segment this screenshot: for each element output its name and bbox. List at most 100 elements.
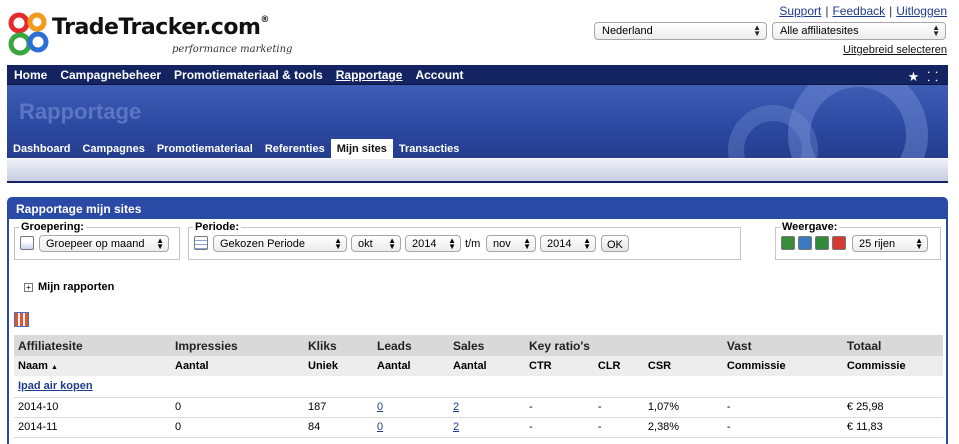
- tab-transactions[interactable]: Transacties: [393, 139, 466, 158]
- grouping-select-value: Groepeer op maand: [46, 238, 145, 250]
- from-month-select[interactable]: okt ▲ ▼: [351, 235, 401, 252]
- cell-fixed-commission: -: [722, 417, 843, 438]
- cell-impressions: 0: [171, 397, 304, 418]
- view-label: Weergave:: [782, 221, 838, 233]
- site-group-row: Ipad air kopen: [14, 376, 943, 398]
- col-group-empty: [644, 335, 723, 356]
- view-options: Weergave: 25 rijen ▲ ▼: [775, 221, 941, 260]
- cell-clr: -: [593, 397, 644, 418]
- to-month-value: nov: [493, 238, 511, 250]
- select-arrows-icon: ▲ ▼: [583, 236, 591, 251]
- nav-promotion-tools[interactable]: Promotiemateriaal & tools: [167, 65, 329, 82]
- top-links: Support | Feedback | Uitloggen: [779, 4, 947, 18]
- col-group-clicks: Kliks: [308, 338, 337, 353]
- col-group-total: Totaal: [846, 338, 882, 353]
- cell-month: 2014-11: [14, 417, 171, 438]
- rows-per-page-select[interactable]: 25 rijen ▲ ▼: [852, 235, 928, 252]
- table-row: 2014-11 0 84 0 2 - - 2,38% - € 11,83: [14, 417, 943, 438]
- select-arrows-icon: ▲ ▼: [753, 23, 761, 38]
- cell-csr: 2,38%: [643, 417, 723, 438]
- col-sales-count[interactable]: Aantal: [449, 356, 525, 376]
- sub-nav: Dashboard Campagnes Promotiemateriaal Refer…: [7, 139, 465, 159]
- table-row: 2014-10 0 187 0 2 - - 1,07% - € 25,98: [14, 397, 943, 418]
- nav-home[interactable]: Home: [7, 65, 53, 82]
- select-arrows-icon: ▲ ▼: [915, 236, 923, 251]
- column-settings-icon[interactable]: [14, 312, 29, 327]
- col-clr[interactable]: CLR: [594, 356, 644, 376]
- affiliate-site-select[interactable]: Alle affiliatesites ▲ ▼: [772, 22, 946, 40]
- email-icon[interactable]: [798, 236, 812, 250]
- country-select-value: Nederland: [602, 25, 653, 37]
- col-group-affiliate-site: Affiliatesite: [18, 338, 83, 353]
- cell-leads-link[interactable]: 0: [377, 421, 383, 433]
- cell-clicks: 84: [304, 417, 373, 438]
- nav-campaign-management[interactable]: Campagnebeheer: [53, 65, 167, 82]
- col-leads-count[interactable]: Aantal: [373, 356, 449, 376]
- col-fixed-commission[interactable]: Commissie: [723, 356, 843, 376]
- grouping-icon: [20, 236, 34, 250]
- country-select[interactable]: Nederland ▲ ▼: [594, 22, 767, 40]
- col-csr[interactable]: CSR: [644, 356, 723, 376]
- tradetracker-logo[interactable]: TradeTracker.com® performance marketing: [6, 7, 296, 62]
- cell-ctr: -: [525, 417, 594, 438]
- table-sub-header: Naam ▲ Aantal Uniek Aantal Aantal CTR CL…: [14, 356, 943, 376]
- sitemap-icon[interactable]: ⸬: [927, 69, 938, 84]
- my-reports-toggle[interactable]: + Mijn rapporten: [24, 281, 114, 293]
- col-group-leads: Leads: [377, 338, 412, 353]
- cell-fixed-commission: -: [722, 397, 843, 418]
- cell-impressions: 0: [171, 417, 304, 438]
- report-panel: Rapportage mijn sites Groepering: Groepe…: [7, 197, 948, 444]
- page: TradeTracker.com® performance marketing …: [0, 0, 959, 444]
- expand-icon: +: [24, 283, 33, 292]
- logo-brand: TradeTracker.com®: [52, 15, 269, 40]
- nav-account[interactable]: Account: [408, 65, 469, 82]
- cell-csr: 1,07%: [643, 397, 723, 418]
- sort-ascending-icon: ▲: [51, 364, 58, 371]
- cell-ctr: -: [525, 397, 594, 418]
- calendar-icon[interactable]: [194, 236, 208, 250]
- col-impressions-count[interactable]: Aantal: [171, 356, 304, 376]
- separator: |: [889, 4, 893, 18]
- site-link[interactable]: Ipad air kopen: [18, 380, 93, 392]
- apply-period-button[interactable]: OK: [601, 235, 629, 252]
- grouping-select[interactable]: Groepeer op maand ▲ ▼: [39, 235, 169, 252]
- col-clicks-unique[interactable]: Uniek: [304, 356, 373, 376]
- col-total-commission[interactable]: Commissie: [843, 356, 943, 376]
- tab-dashboard[interactable]: Dashboard: [7, 139, 76, 158]
- nav-reporting[interactable]: Rapportage: [329, 65, 409, 82]
- cell-total-commission: € 25,98: [842, 397, 943, 418]
- table-group-header: Affiliatesite Impressies Kliks Leads Sal…: [14, 335, 943, 356]
- logout-link[interactable]: Uitloggen: [896, 4, 947, 18]
- cell-sales-link[interactable]: 2: [453, 421, 459, 433]
- to-year-select[interactable]: 2014 ▲ ▼: [540, 235, 596, 252]
- logo-rings-icon: [8, 12, 49, 56]
- logo-tagline: performance marketing: [172, 44, 293, 55]
- pdf-icon[interactable]: [832, 236, 846, 250]
- tab-references[interactable]: Referenties: [259, 139, 331, 158]
- col-ctr[interactable]: CTR: [525, 356, 594, 376]
- excel-icon[interactable]: [815, 236, 829, 250]
- from-month-value: okt: [358, 238, 373, 250]
- col-name[interactable]: Naam ▲: [14, 356, 171, 376]
- from-year-select[interactable]: 2014 ▲ ▼: [405, 235, 461, 252]
- cell-leads-link[interactable]: 0: [377, 401, 383, 413]
- my-reports-label: Mijn rapporten: [38, 281, 115, 293]
- tab-promotion-material[interactable]: Promotiemateriaal: [151, 139, 259, 158]
- tab-my-sites[interactable]: Mijn sites: [330, 139, 393, 158]
- star-icon[interactable]: ★: [908, 69, 920, 84]
- col-name-label: Naam: [18, 360, 48, 372]
- to-month-select[interactable]: nov ▲ ▼: [486, 235, 536, 252]
- cell-sales-link[interactable]: 2: [453, 401, 459, 413]
- feedback-link[interactable]: Feedback: [832, 4, 885, 18]
- period-preset-select[interactable]: Gekozen Periode ▲ ▼: [213, 235, 347, 252]
- grouping-label: Groepering:: [21, 221, 84, 233]
- tab-campaigns[interactable]: Campagnes: [76, 139, 150, 158]
- affiliate-site-select-value: Alle affiliatesites: [780, 25, 859, 37]
- col-group-key-ratios: Key ratio's: [529, 338, 590, 353]
- cell-clicks: 187: [304, 397, 373, 418]
- export-icon[interactable]: [781, 236, 795, 250]
- support-link[interactable]: Support: [779, 4, 821, 18]
- cell-clr: -: [593, 417, 644, 438]
- grouping-filter: Groepering: Groepeer op maand ▲ ▼: [14, 221, 180, 260]
- advanced-select-link[interactable]: Uitgebreid selecteren: [843, 44, 947, 56]
